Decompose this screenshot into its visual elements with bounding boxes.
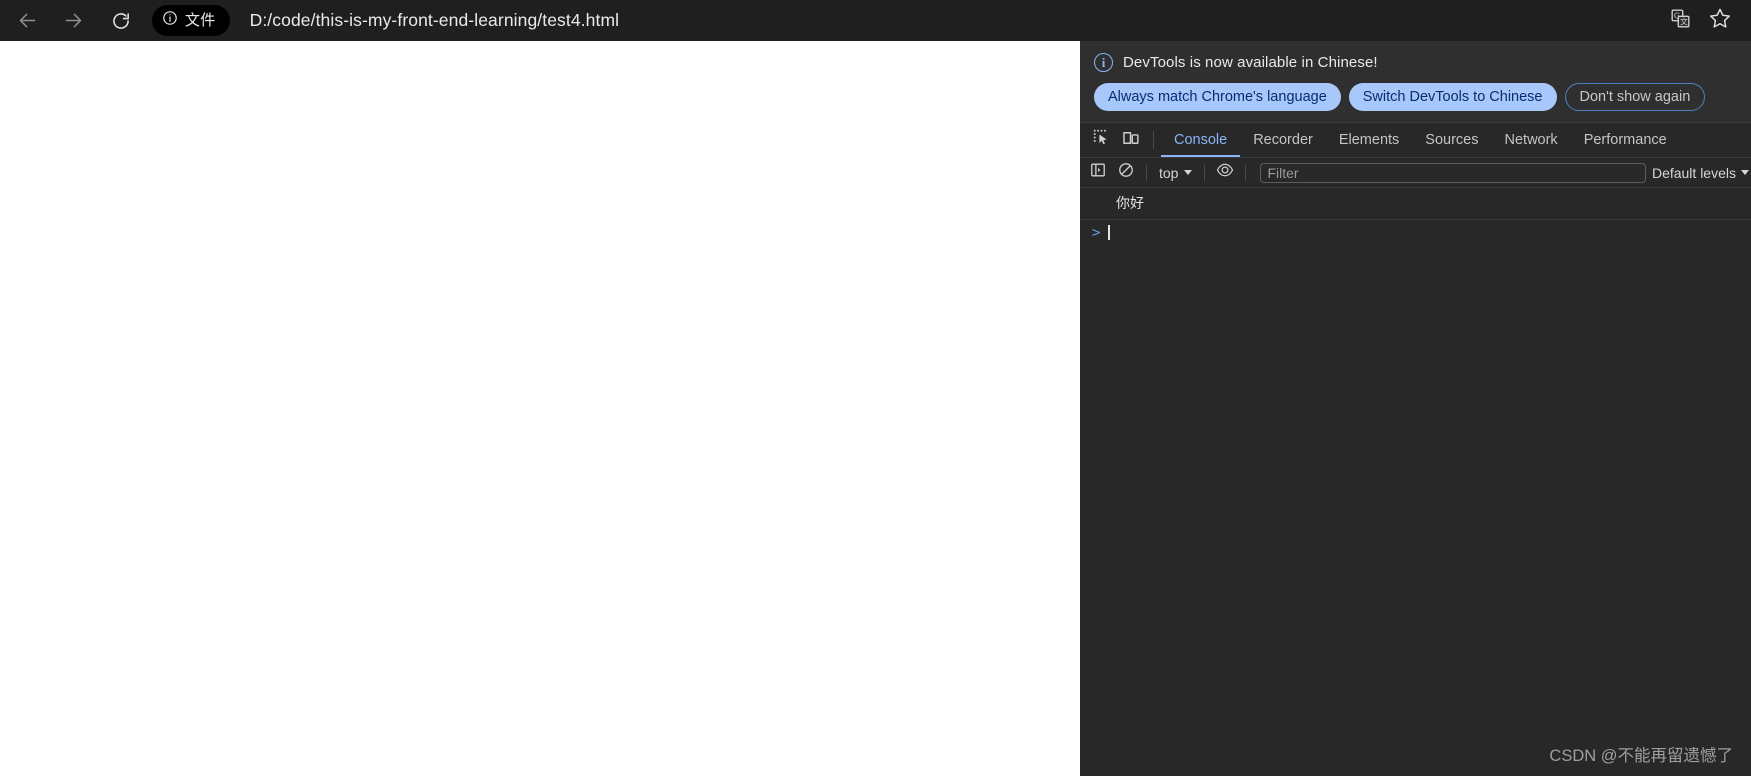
live-expression-button[interactable] bbox=[1211, 160, 1239, 186]
google-translate-icon: G 文 bbox=[1670, 8, 1691, 34]
inspect-element-icon bbox=[1093, 129, 1110, 151]
banner-actions: Always match Chrome's language Switch De… bbox=[1080, 72, 1751, 111]
forward-button[interactable] bbox=[54, 2, 92, 40]
console-input-caret bbox=[1108, 225, 1110, 240]
csdn-watermark: CSDN @不能再留遗憾了 bbox=[1549, 747, 1733, 765]
dont-show-again-button[interactable]: Don't show again bbox=[1564, 83, 1706, 111]
console-output-area[interactable]: 你好 > CSDN @不能再留遗憾了 bbox=[1080, 188, 1751, 776]
devtools-language-banner: i DevTools is now available in Chinese! … bbox=[1080, 41, 1751, 123]
browser-toolbar: 文件 D:/code/this-is-my-front-end-learning… bbox=[0, 0, 1751, 41]
file-chip-label: 文件 bbox=[185, 12, 216, 29]
console-sidebar-icon bbox=[1090, 162, 1106, 183]
tab-network-label: Network bbox=[1504, 132, 1558, 148]
switch-devtools-to-chinese-button[interactable]: Switch DevTools to Chinese bbox=[1348, 83, 1557, 111]
tab-performance[interactable]: Performance bbox=[1571, 123, 1680, 157]
banner-message-row: i DevTools is now available in Chinese! bbox=[1080, 53, 1751, 72]
toolbar-divider bbox=[1146, 164, 1147, 181]
log-levels-selector[interactable]: Default levels bbox=[1652, 165, 1751, 181]
devtools-tab-strip: Console Recorder Elements Sources Networ… bbox=[1080, 123, 1751, 158]
tab-console[interactable]: Console bbox=[1161, 123, 1241, 157]
tab-console-label: Console bbox=[1174, 132, 1228, 148]
file-scheme-chip[interactable]: 文件 bbox=[152, 5, 230, 36]
console-filter-input[interactable] bbox=[1260, 162, 1646, 183]
clear-console-button[interactable] bbox=[1112, 160, 1140, 186]
address-bar[interactable]: 文件 D:/code/this-is-my-front-end-learning… bbox=[152, 4, 1663, 38]
clear-console-icon bbox=[1118, 162, 1134, 183]
always-match-chrome-language-button[interactable]: Always match Chrome's language bbox=[1094, 83, 1341, 111]
arrow-left-icon bbox=[17, 10, 38, 31]
toggle-device-toolbar-button[interactable] bbox=[1116, 123, 1146, 157]
log-levels-label: Default levels bbox=[1651, 164, 1736, 181]
live-expression-eye-icon bbox=[1216, 161, 1234, 184]
tab-divider bbox=[1153, 131, 1154, 149]
page-viewport bbox=[0, 41, 1080, 776]
translate-button[interactable]: G 文 bbox=[1663, 4, 1697, 38]
chevron-down-icon bbox=[1741, 170, 1749, 175]
console-sidebar-toggle-button[interactable] bbox=[1084, 160, 1112, 186]
console-message: 你好 bbox=[1080, 188, 1751, 220]
execution-context-label: top bbox=[1159, 164, 1179, 181]
bookmark-button[interactable] bbox=[1703, 4, 1737, 38]
execution-context-selector[interactable]: top bbox=[1153, 165, 1198, 181]
tab-recorder[interactable]: Recorder bbox=[1240, 123, 1326, 157]
console-prompt-row[interactable]: > bbox=[1080, 220, 1751, 245]
tab-sources-label: Sources bbox=[1425, 132, 1479, 148]
reload-button[interactable] bbox=[102, 2, 140, 40]
inspect-element-button[interactable] bbox=[1086, 123, 1116, 157]
prompt-arrow-icon: > bbox=[1092, 224, 1101, 241]
back-button[interactable] bbox=[8, 2, 46, 40]
tab-recorder-label: Recorder bbox=[1253, 132, 1313, 148]
svg-text:文: 文 bbox=[1679, 16, 1687, 26]
toolbar-divider bbox=[1204, 164, 1206, 181]
info-circle-icon bbox=[162, 10, 178, 31]
tab-network[interactable]: Network bbox=[1492, 123, 1571, 157]
arrow-right-icon bbox=[63, 10, 84, 31]
tab-elements[interactable]: Elements bbox=[1326, 123, 1412, 157]
browser-window: 文件 D:/code/this-is-my-front-end-learning… bbox=[0, 0, 1751, 776]
chevron-down-icon bbox=[1184, 170, 1193, 175]
reload-icon bbox=[111, 11, 131, 31]
tab-performance-label: Performance bbox=[1583, 132, 1667, 148]
tab-elements-label: Elements bbox=[1338, 132, 1400, 148]
tab-sources[interactable]: Sources bbox=[1412, 123, 1491, 157]
toolbar-actions: G 文 bbox=[1663, 4, 1737, 38]
info-circle-icon: i bbox=[1094, 53, 1113, 72]
star-icon bbox=[1709, 7, 1731, 34]
toolbar-divider bbox=[1245, 164, 1247, 181]
device-toolbar-icon bbox=[1122, 129, 1140, 152]
banner-message: DevTools is now available in Chinese! bbox=[1123, 54, 1378, 71]
url-text: D:/code/this-is-my-front-end-learning/te… bbox=[249, 10, 620, 30]
console-toolbar: top Default levels bbox=[1080, 158, 1751, 188]
devtools-panel: i DevTools is now available in Chinese! … bbox=[1080, 41, 1751, 776]
